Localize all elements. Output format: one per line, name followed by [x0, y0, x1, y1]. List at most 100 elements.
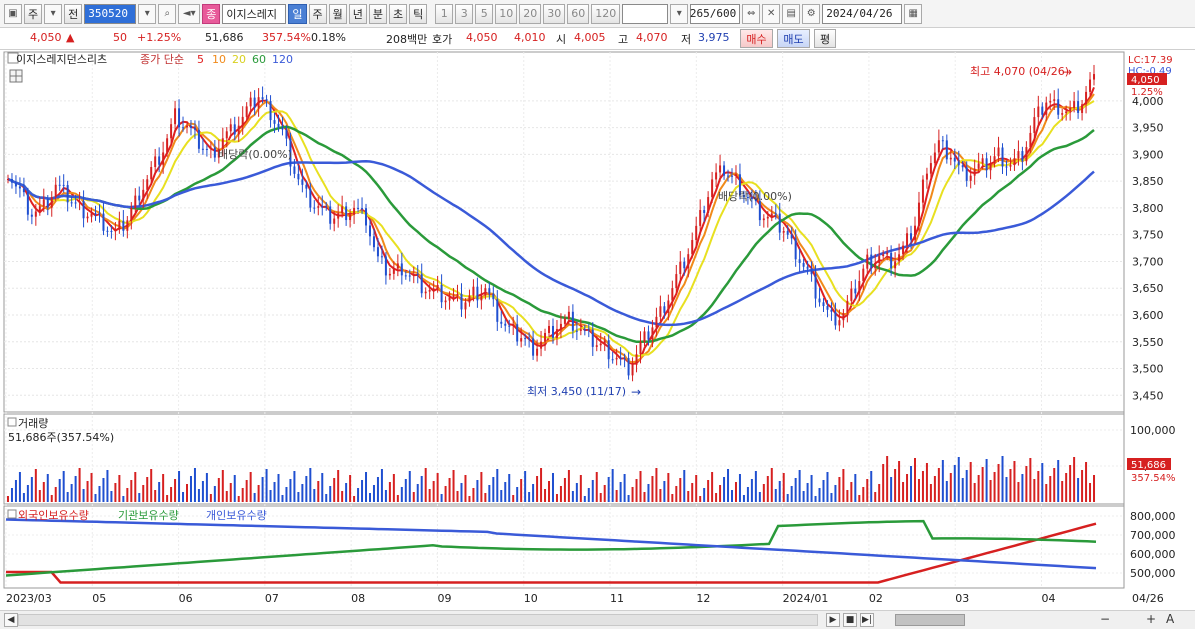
volume-bar [591, 480, 594, 502]
scroll-track[interactable] [18, 614, 818, 626]
price-chart[interactable]: 4,0003,9503,9003,8503,8003,7503,7003,650… [0, 50, 1195, 610]
market-dropdown-icon[interactable]: ▾ [44, 3, 63, 24]
scroll-end-icon[interactable]: ▶| [860, 613, 874, 627]
volume-bar [917, 479, 920, 502]
volume-bar [456, 491, 459, 502]
candle-body [890, 252, 893, 269]
sell-button[interactable]: 매도 [777, 29, 810, 48]
volume-bar [361, 480, 364, 502]
zoom-in-icon[interactable]: + [1146, 612, 1156, 626]
volume-bar [695, 475, 698, 502]
volume-bar [440, 494, 443, 502]
volume-bar [806, 483, 809, 502]
evaluation-button[interactable]: 평 [814, 29, 836, 48]
chart-scrollbar[interactable]: ◀ ▶ ■ ▶| − + A [0, 610, 1195, 629]
candle-body [372, 236, 375, 248]
x-axis-tick: 02 [869, 592, 883, 605]
interval-10-button[interactable]: 10 [495, 3, 518, 24]
interval-custom-input[interactable] [622, 3, 669, 24]
font-size-icon[interactable]: A [1166, 612, 1174, 626]
volume-bar [333, 478, 336, 502]
scroll-left-arrow-icon[interactable]: ◀ [4, 613, 18, 627]
volume-bar [544, 489, 547, 502]
period-month-tab[interactable]: 월 [328, 3, 347, 24]
change-value: 50 [113, 31, 127, 44]
zoom-slider-thumb[interactable] [895, 614, 965, 626]
buy-button[interactable]: 매수 [740, 29, 773, 48]
volume-bar [929, 484, 932, 502]
search-icon[interactable]: ⌕ [158, 3, 177, 24]
candle-body [321, 206, 324, 208]
candle-body [973, 168, 976, 176]
volume-bar [611, 469, 614, 502]
interval-60-button[interactable]: 60 [567, 3, 590, 24]
candle-body [241, 116, 244, 126]
candle-body [1049, 100, 1052, 103]
candle-body [603, 340, 606, 344]
scroll-stop-icon[interactable]: ■ [843, 613, 857, 627]
date-input[interactable]: 2024/04/26 [822, 3, 903, 24]
candle-body [1065, 111, 1068, 114]
candle-body [412, 274, 415, 276]
scroll-right-arrow-icon[interactable]: ▶ [826, 613, 840, 627]
volume-bar [846, 490, 849, 502]
change-up-icon: ▲ [66, 31, 75, 44]
data-count-field[interactable]: 265/600 [690, 3, 741, 24]
candle-body [249, 97, 252, 107]
legend-ma-20: 20 [232, 53, 246, 66]
interval-30-button[interactable]: 30 [543, 3, 566, 24]
interval-120-button[interactable]: 120 [591, 3, 621, 24]
candle-body [723, 165, 726, 176]
interval-dropdown-icon[interactable]: ▾ [670, 3, 689, 24]
candle-body [158, 156, 161, 165]
market-prev-button[interactable]: 전 [64, 3, 83, 24]
interval-1-button[interactable]: 1 [435, 3, 454, 24]
period-minute-tab[interactable]: 분 [368, 3, 387, 24]
candle-body [78, 201, 81, 203]
period-second-tab[interactable]: 초 [389, 3, 408, 24]
volume-bar [368, 493, 371, 502]
code-dropdown-icon[interactable]: ▾ [138, 3, 157, 24]
interval-20-button[interactable]: 20 [519, 3, 542, 24]
stock-code-input[interactable]: 350520 [84, 3, 137, 24]
market-main-button[interactable]: 주 [24, 3, 43, 24]
interval-3-button[interactable]: 3 [455, 3, 474, 24]
period-week-tab[interactable]: 주 [308, 3, 327, 24]
price-axis-tick: 3,800 [1132, 202, 1164, 215]
gear-icon[interactable]: ⚙ [802, 3, 821, 24]
volume-bar [528, 492, 531, 502]
favorite-badge-icon[interactable]: 종 [202, 3, 221, 24]
interval-5-button[interactable]: 5 [475, 3, 494, 24]
volume-panel-title: 거래량 [18, 417, 48, 430]
holdings-legend-toggle-icon[interactable] [7, 509, 17, 519]
candle-body [1057, 99, 1060, 115]
volume-bar [874, 492, 877, 502]
volume-bar [78, 468, 81, 502]
period-day-tab[interactable]: 일 [288, 3, 307, 24]
speaker-icon[interactable]: ◄▾ [178, 3, 201, 24]
volume-legend-toggle-icon[interactable] [7, 417, 17, 427]
crosshair-icon[interactable]: ✕ [762, 3, 781, 24]
volume-bar [261, 477, 264, 502]
save-icon[interactable]: ▤ [782, 3, 801, 24]
candle-body [273, 120, 276, 124]
period-tick-tab[interactable]: 틱 [409, 3, 428, 24]
toggle-icon[interactable]: ⇔ [742, 3, 761, 24]
candle-body [1017, 151, 1020, 159]
x-axis-tick: 2024/01 [783, 592, 829, 605]
calendar-icon[interactable]: ▦ [904, 3, 923, 24]
candle-body [166, 138, 169, 153]
window-icon[interactable]: ▣ [4, 3, 22, 24]
volume-bar [14, 480, 17, 502]
candle-body [22, 188, 25, 193]
volume-bar [738, 474, 741, 502]
candle-body [969, 175, 972, 181]
candle-body [297, 173, 300, 180]
candle-body [476, 286, 479, 301]
volume-bar [587, 488, 590, 502]
candle-body [317, 206, 320, 208]
candle-body [965, 167, 968, 181]
period-year-tab[interactable]: 년 [348, 3, 367, 24]
candle-body [265, 99, 268, 102]
zoom-out-icon[interactable]: − [1100, 612, 1110, 626]
